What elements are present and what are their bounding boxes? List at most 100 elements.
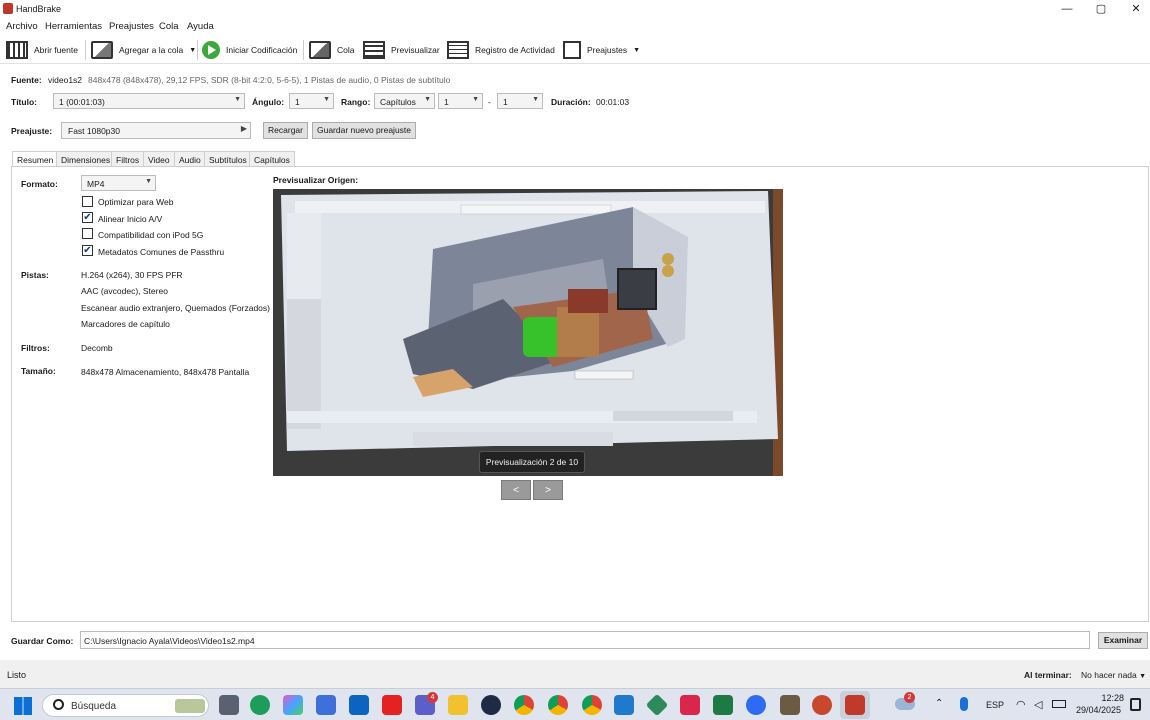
align-av-checkbox[interactable]: ✔ <box>82 212 93 223</box>
preview-frame-illustration <box>273 189 783 476</box>
outlook-icon[interactable] <box>349 695 369 715</box>
menu-bar: Archivo Herramientas Preajustes Cola Ayu… <box>0 19 1150 35</box>
battery-icon[interactable] <box>1052 700 1066 708</box>
notifications-icon[interactable] <box>1130 698 1141 711</box>
chevron-down-icon[interactable]: ▼ <box>633 47 640 54</box>
tab-capitulos[interactable]: Capítulos <box>249 151 295 167</box>
file-explorer-icon[interactable] <box>448 695 468 715</box>
menu-herramientas[interactable]: Herramientas <box>45 21 102 32</box>
browse-button[interactable]: Examinar <box>1098 632 1148 649</box>
autocad-icon[interactable] <box>680 695 700 715</box>
clock-time[interactable]: 12:28 <box>1090 693 1124 703</box>
task-view-icon[interactable] <box>219 695 239 715</box>
vscode-icon[interactable] <box>614 695 634 715</box>
zoom-icon[interactable] <box>746 695 766 715</box>
activity-log-label: Registro de Actividad <box>475 45 555 55</box>
range-start-select[interactable]: 1 ▼ <box>438 93 483 109</box>
search-icon <box>53 699 64 710</box>
chrome-profile-2-icon[interactable] <box>582 695 602 715</box>
activity-log-icon <box>447 41 469 59</box>
windows-start-icon[interactable] <box>14 697 32 715</box>
range-end-value: 1 <box>503 97 508 107</box>
preview-label: Previsualizar <box>391 45 440 55</box>
save-as-label: Guardar Como: <box>11 636 74 646</box>
menu-preajustes[interactable]: Preajustes <box>109 21 154 32</box>
tab-subtitulos[interactable]: Subtítulos <box>204 151 252 167</box>
preview-button[interactable]: Previsualizar <box>363 39 440 61</box>
web-optimize-checkbox[interactable] <box>82 196 93 207</box>
passthru-metadata-checkbox[interactable]: ✔ <box>82 245 93 256</box>
search-highlight-image <box>175 699 205 713</box>
preview-heading: Previsualizar Origen: <box>273 175 359 185</box>
chevron-down-icon: ▼ <box>323 96 330 103</box>
web-optimize-label: Optimizar para Web <box>98 197 174 207</box>
reload-button[interactable]: Recargar <box>263 122 308 139</box>
chevron-up-icon[interactable]: ⌃ <box>935 698 943 709</box>
git-icon[interactable] <box>645 693 669 717</box>
close-button[interactable]: ✕ <box>1118 0 1150 18</box>
source-label: Fuente: <box>11 75 42 85</box>
store-icon[interactable] <box>316 695 336 715</box>
microphone-icon[interactable] <box>960 697 968 711</box>
add-to-queue-button[interactable]: Agregar a la cola ▼ <box>91 39 196 61</box>
copilot-icon[interactable] <box>283 695 303 715</box>
save-path-input[interactable]: C:\Users\Ignacio Ayala\Videos\Video1s2.m… <box>80 631 1090 649</box>
when-done-select[interactable]: No hacer nada ▼ <box>1081 670 1146 680</box>
format-select[interactable]: MP4 ▼ <box>81 175 156 191</box>
range-separator: - <box>488 97 491 107</box>
chevron-down-icon: ▼ <box>532 96 539 103</box>
menu-cola[interactable]: Cola <box>159 21 179 32</box>
window-title: HandBrake <box>16 4 62 14</box>
title-bar: HandBrake — ▢ ✕ <box>0 0 1150 18</box>
language-indicator[interactable]: ESP <box>986 700 1004 710</box>
taskbar-search-box[interactable]: Búsqueda <box>42 694 209 717</box>
chrome-profile-icon[interactable] <box>548 695 568 715</box>
range-type-select[interactable]: Capítulos ▼ <box>374 93 435 109</box>
queue-button[interactable]: Cola <box>309 39 354 61</box>
youtube-icon[interactable] <box>382 695 402 715</box>
chrome-icon[interactable] <box>514 695 534 715</box>
wifi-icon[interactable]: ◠ <box>1016 698 1026 711</box>
activity-log-button[interactable]: Registro de Actividad <box>447 39 555 61</box>
clock-app-icon[interactable] <box>481 695 501 715</box>
presets-button[interactable]: Preajustes ▼ <box>563 39 640 61</box>
handbrake-icon[interactable] <box>845 695 865 715</box>
powerpoint-icon[interactable] <box>812 695 832 715</box>
minimize-button[interactable]: — <box>1049 0 1085 18</box>
title-select[interactable]: 1 (00:01:03) ▼ <box>53 93 245 109</box>
film-strip-icon <box>6 41 28 59</box>
preview-counter: Previsualización 2 de 10 <box>479 451 585 473</box>
track-item: Escanear audio extranjero, Quemados (For… <box>81 303 270 313</box>
preview-prev-button[interactable]: < <box>501 480 531 500</box>
range-end-select[interactable]: 1 ▼ <box>497 93 543 109</box>
duration-label: Duración: <box>551 97 591 107</box>
chevron-down-icon[interactable]: ▼ <box>189 47 196 54</box>
format-label: Formato: <box>21 179 58 189</box>
start-encode-button[interactable]: Iniciar Codificación <box>202 39 297 61</box>
ipod-compat-checkbox[interactable] <box>82 228 93 239</box>
add-image-icon <box>91 41 113 59</box>
play-icon <box>202 41 220 59</box>
menu-ayuda[interactable]: Ayuda <box>187 21 214 32</box>
toolbar-separator <box>85 40 86 60</box>
tab-video[interactable]: Video <box>143 151 175 167</box>
tab-dimensiones[interactable]: Dimensiones <box>56 151 116 167</box>
edge-icon[interactable] <box>250 695 270 715</box>
gimp-icon[interactable] <box>780 695 800 715</box>
tab-audio[interactable]: Audio <box>174 151 206 167</box>
duration-value: 00:01:03 <box>596 97 630 107</box>
size-value: 848x478 Almacenamiento, 848x478 Pantalla <box>81 367 250 377</box>
preset-select[interactable]: Fast 1080p30 ▶ <box>61 122 251 139</box>
clock-date[interactable]: 29/04/2025 <box>1076 705 1121 715</box>
preview-next-button[interactable]: > <box>533 480 563 500</box>
menu-archivo[interactable]: Archivo <box>6 21 38 32</box>
track-item: Marcadores de capítulo <box>81 319 170 329</box>
save-new-preset-button[interactable]: Guardar nuevo preajuste <box>312 122 416 139</box>
excel-icon[interactable] <box>713 695 733 715</box>
volume-icon[interactable]: ◁ <box>1034 698 1042 711</box>
tab-filtros[interactable]: Filtros <box>111 151 145 167</box>
open-source-button[interactable]: Abrir fuente <box>6 39 78 61</box>
size-label: Tamaño: <box>21 366 56 376</box>
maximize-button[interactable]: ▢ <box>1083 0 1119 18</box>
angle-select[interactable]: 1 ▼ <box>289 93 334 109</box>
